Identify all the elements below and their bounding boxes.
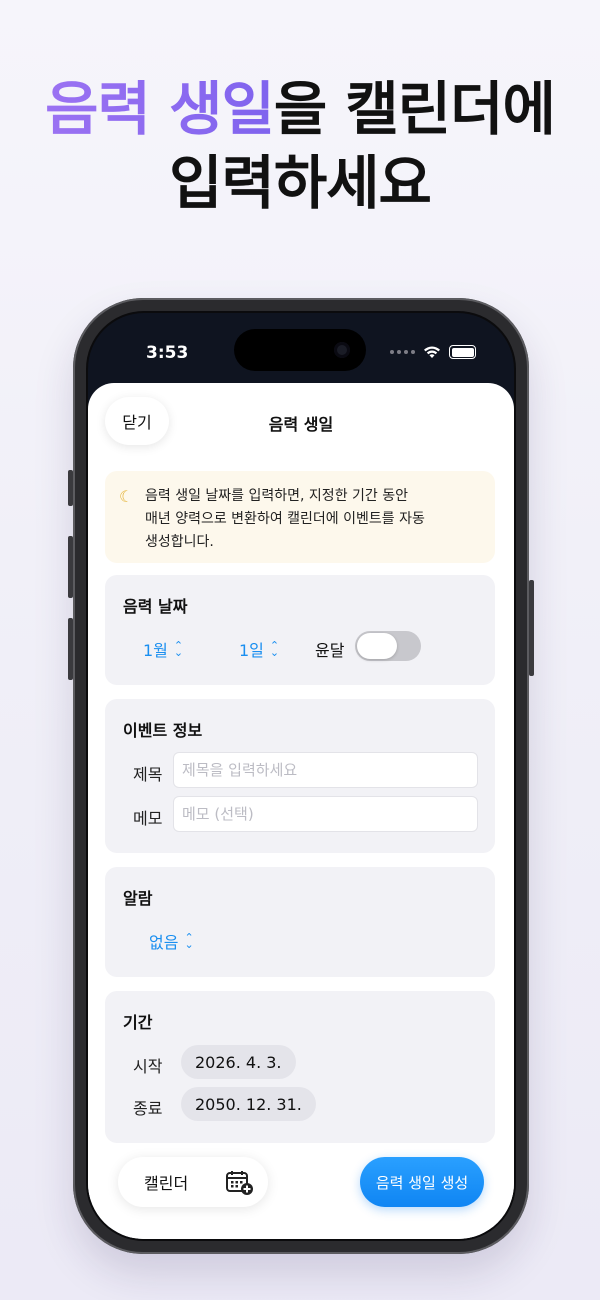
chevron-updown-icon: ⌃ ⌄ [184, 931, 194, 951]
promo-headline: 음력 생일을 캘린더에 입력하세요 [0, 72, 600, 220]
headline-rest: 을 캘린더에 [273, 75, 556, 143]
info-banner: ☾ 음력 생일 날짜를 입력하면, 지정한 기간 동안 매년 양력으로 변환하여… [105, 471, 495, 563]
alarm-value: 없음 [149, 933, 179, 952]
day-picker[interactable]: 1일 ⌃ ⌄ [239, 637, 279, 661]
day-value: 1일 [239, 641, 264, 660]
memo-input[interactable] [173, 796, 478, 832]
battery-icon [449, 345, 476, 359]
close-button[interactable]: 닫기 [105, 397, 169, 445]
lunar-birthday-sheet: 음력 생일 닫기 ☾ 음력 생일 날짜를 입력하면, 지정한 기간 동안 매년 … [88, 383, 514, 1239]
leap-month-toggle[interactable] [355, 631, 421, 661]
lunar-date-title: 음력 날짜 [123, 597, 188, 616]
calendar-button[interactable]: 캘린더 [118, 1157, 268, 1207]
event-info-card: 이벤트 정보 제목 메모 [105, 699, 495, 853]
calendar-add-icon [226, 1171, 253, 1195]
end-label: 종료 [133, 1099, 163, 1118]
phone-power-button [529, 580, 534, 676]
period-card: 기간 시작 2026. 4. 3. 종료 2050. 12. 31. [105, 991, 495, 1143]
end-date-button[interactable]: 2050. 12. 31. [181, 1087, 316, 1121]
phone-bezel: 3:53 음력 생일 닫기 ☾ 음력 생일 날짜를 입력하면, 지정한 기간 동… [86, 311, 516, 1241]
period-title: 기간 [123, 1013, 153, 1032]
info-text-line-2: 매년 양력으로 변환하여 캘린더에 이벤트를 자동 [145, 511, 425, 527]
start-label: 시작 [133, 1057, 163, 1076]
info-text-line-3: 생성합니다. [145, 534, 214, 550]
headline-line-2: 입력하세요 [169, 149, 432, 217]
title-input[interactable] [173, 752, 478, 788]
event-info-title: 이벤트 정보 [123, 721, 203, 740]
create-lunar-birthday-button[interactable]: 음력 생일 생성 [360, 1157, 484, 1207]
wifi-icon [424, 346, 440, 358]
calendar-button-label: 캘린더 [144, 1174, 189, 1193]
moon-icon: ☾ [119, 487, 134, 506]
toggle-knob [357, 633, 397, 659]
lunar-date-card: 음력 날짜 1월 ⌃ ⌄ 1일 ⌃ ⌄ 윤달 [105, 575, 495, 685]
memo-label: 메모 [133, 809, 163, 828]
leap-month-label: 윤달 [315, 641, 345, 660]
start-date-button[interactable]: 2026. 4. 3. [181, 1045, 296, 1079]
status-time: 3:53 [146, 343, 189, 363]
alarm-picker[interactable]: 없음 ⌃ ⌄ [149, 929, 194, 953]
headline-accent: 음력 생일 [45, 75, 275, 143]
signal-dots-icon [390, 350, 415, 354]
phone-volume-up-button [68, 536, 73, 598]
month-picker[interactable]: 1월 ⌃ ⌄ [143, 637, 183, 661]
alarm-title: 알람 [123, 889, 153, 908]
phone-volume-down-button [68, 618, 73, 680]
title-label: 제목 [133, 765, 163, 784]
phone-action-button [68, 470, 73, 506]
month-value: 1월 [143, 641, 168, 660]
info-text-line-1: 음력 생일 날짜를 입력하면, 지정한 기간 동안 [145, 488, 408, 504]
chevron-updown-icon: ⌃ ⌄ [269, 639, 280, 659]
alarm-card: 알람 없음 ⌃ ⌄ [105, 867, 495, 977]
status-icons [390, 345, 476, 359]
camera-icon [334, 342, 350, 358]
phone-screen: 3:53 음력 생일 닫기 ☾ 음력 생일 날짜를 입력하면, 지정한 기간 동… [88, 313, 514, 1239]
bottom-action-bar: 캘린더 음력 생일 생성 [88, 1147, 514, 1239]
headline-line-1: 음력 생일을 캘린더에 [0, 72, 600, 146]
chevron-updown-icon: ⌃ ⌄ [173, 639, 184, 659]
dynamic-island [234, 329, 366, 371]
